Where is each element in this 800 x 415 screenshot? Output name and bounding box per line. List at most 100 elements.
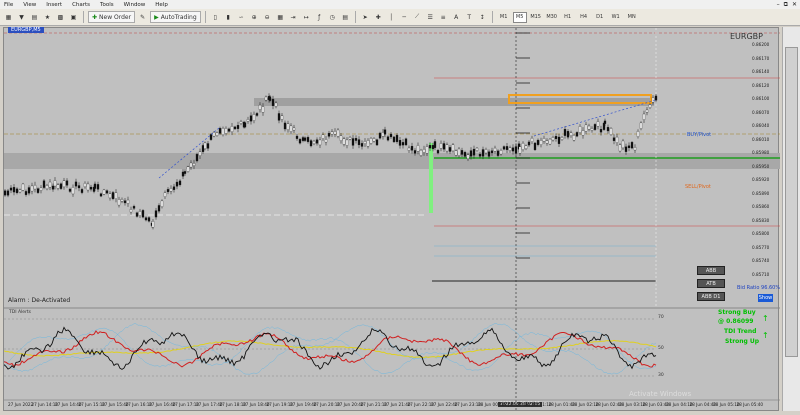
price-axis-label: 0.86100 <box>752 96 770 101</box>
scrollbar-thumb[interactable] <box>785 47 798 357</box>
indicators-icon[interactable]: ƒ <box>314 11 325 23</box>
candle-body <box>178 180 182 186</box>
timeframe-d1[interactable]: D1 <box>593 12 607 23</box>
candle-body <box>264 96 268 101</box>
cursor-icon[interactable]: ➤ <box>360 11 371 23</box>
candle-body <box>621 140 625 149</box>
candle-body <box>648 104 652 108</box>
trendline-icon[interactable]: ⟋ <box>412 11 423 23</box>
candle-body <box>59 183 63 189</box>
atb-button[interactable]: ATB <box>697 279 725 288</box>
crosshair-icon[interactable]: ✚ <box>373 11 384 23</box>
strategy-tester-icon[interactable]: ▣ <box>68 11 79 23</box>
menu-window[interactable]: Window <box>124 2 146 8</box>
label-icon[interactable]: T <box>464 11 475 23</box>
candle-body <box>381 132 385 137</box>
timeframe-m5[interactable]: M5 <box>512 11 527 23</box>
candle-body <box>218 128 222 134</box>
price-chart[interactable] <box>4 28 780 412</box>
restore-icon[interactable]: ⧉ <box>784 1 788 9</box>
menu-help[interactable]: Help <box>155 2 168 8</box>
menu-tools[interactable]: Tools <box>100 2 114 8</box>
new-chart-icon[interactable]: ▦ <box>3 11 14 23</box>
timeframe-h4[interactable]: H4 <box>577 12 591 23</box>
timeframe-m1[interactable]: M1 <box>497 12 511 23</box>
candle-body <box>428 145 432 149</box>
new-order-button[interactable]: ✚ New Order <box>88 11 136 23</box>
profiles-icon[interactable]: ▼ <box>16 11 27 23</box>
candle-body <box>108 193 112 199</box>
candle-body <box>505 146 509 150</box>
candle-body <box>354 138 358 141</box>
vertical-line-icon[interactable]: │ <box>386 11 397 23</box>
candle-body <box>654 95 658 101</box>
timeframe-m15[interactable]: M15 <box>529 12 543 23</box>
price-axis-label: 0.85920 <box>752 177 770 182</box>
close-icon[interactable]: ✕ <box>792 1 797 9</box>
fibonacci-icon[interactable]: ≡ <box>438 11 449 23</box>
terminal-icon[interactable]: ▩ <box>55 11 66 23</box>
show-button[interactable]: Show <box>758 294 773 302</box>
menu-bar: File View Insert Charts Tools Window Hel… <box>0 0 800 9</box>
candle-body <box>342 138 346 145</box>
candle-body <box>569 132 573 136</box>
candle-body <box>15 188 19 194</box>
candle-body <box>33 184 37 190</box>
menu-view[interactable]: View <box>23 2 36 8</box>
zoom-out-icon[interactable]: ⊖ <box>262 11 273 23</box>
candlestick-icon[interactable]: ▮ <box>223 11 234 23</box>
candle-body <box>606 127 610 132</box>
timeframe-mn[interactable]: MN <box>625 12 639 23</box>
navigator-icon[interactable]: ★ <box>42 11 53 23</box>
meta-editor-icon[interactable]: ✎ <box>137 11 148 23</box>
candle-body <box>236 125 240 129</box>
candle-body <box>286 123 290 130</box>
candle-body <box>261 106 265 113</box>
candle-body <box>493 147 497 152</box>
chart-window[interactable]: EURGBP,M5 EURGBP Alarm : De-Activated BU… <box>3 27 780 412</box>
abb-d1-button[interactable]: ABB D1 <box>697 292 725 301</box>
arrows-icon[interactable]: ↕ <box>477 11 488 23</box>
timeframe-h1[interactable]: H1 <box>561 12 575 23</box>
vertical-scrollbar[interactable] <box>782 27 800 411</box>
line-chart-icon[interactable]: ∽ <box>236 11 247 23</box>
menu-charts[interactable]: Charts <box>72 2 90 8</box>
candle-body <box>469 150 473 157</box>
channel-icon[interactable]: ☰ <box>425 11 436 23</box>
abb-button[interactable]: ABB <box>697 266 725 275</box>
candle-body <box>27 187 31 194</box>
text-icon[interactable]: A <box>451 11 462 23</box>
tile-windows-icon[interactable]: ▦ <box>275 11 286 23</box>
candle-body <box>360 143 364 147</box>
auto-scroll-icon[interactable]: ⇥ <box>288 11 299 23</box>
green-bar <box>429 143 433 213</box>
candle-body <box>315 139 319 144</box>
periods-icon[interactable]: ◷ <box>327 11 338 23</box>
timeframe-m30[interactable]: M30 <box>545 12 559 23</box>
candle-body <box>651 97 655 103</box>
timeframe-w1[interactable]: W1 <box>609 12 623 23</box>
candle-body <box>602 122 606 130</box>
candle-body <box>312 140 316 145</box>
menu-insert[interactable]: Insert <box>46 2 62 8</box>
zoom-in-icon[interactable]: ⊕ <box>249 11 260 23</box>
price-axis-label: 0.85980 <box>752 150 770 155</box>
candle-body <box>327 132 331 137</box>
candle-body <box>633 147 637 151</box>
candle-body <box>166 189 170 193</box>
candle-body <box>249 115 253 122</box>
chart-shift-icon[interactable]: ↦ <box>301 11 312 23</box>
bar-chart-icon[interactable]: ▯ <box>210 11 221 23</box>
candle-body <box>407 147 411 151</box>
candle-body <box>336 129 340 137</box>
templates-icon[interactable]: ▤ <box>340 11 351 23</box>
candle-body <box>436 150 440 154</box>
candle-body <box>157 205 161 212</box>
menu-file[interactable]: File <box>4 2 13 8</box>
candle-body <box>357 139 361 146</box>
candle-body <box>496 150 500 156</box>
market-watch-icon[interactable]: ▤ <box>29 11 40 23</box>
horizontal-line-icon[interactable]: ─ <box>399 11 410 23</box>
minimize-icon[interactable]: – <box>777 1 780 9</box>
autotrading-button[interactable]: ▶ AutoTrading <box>150 11 201 23</box>
